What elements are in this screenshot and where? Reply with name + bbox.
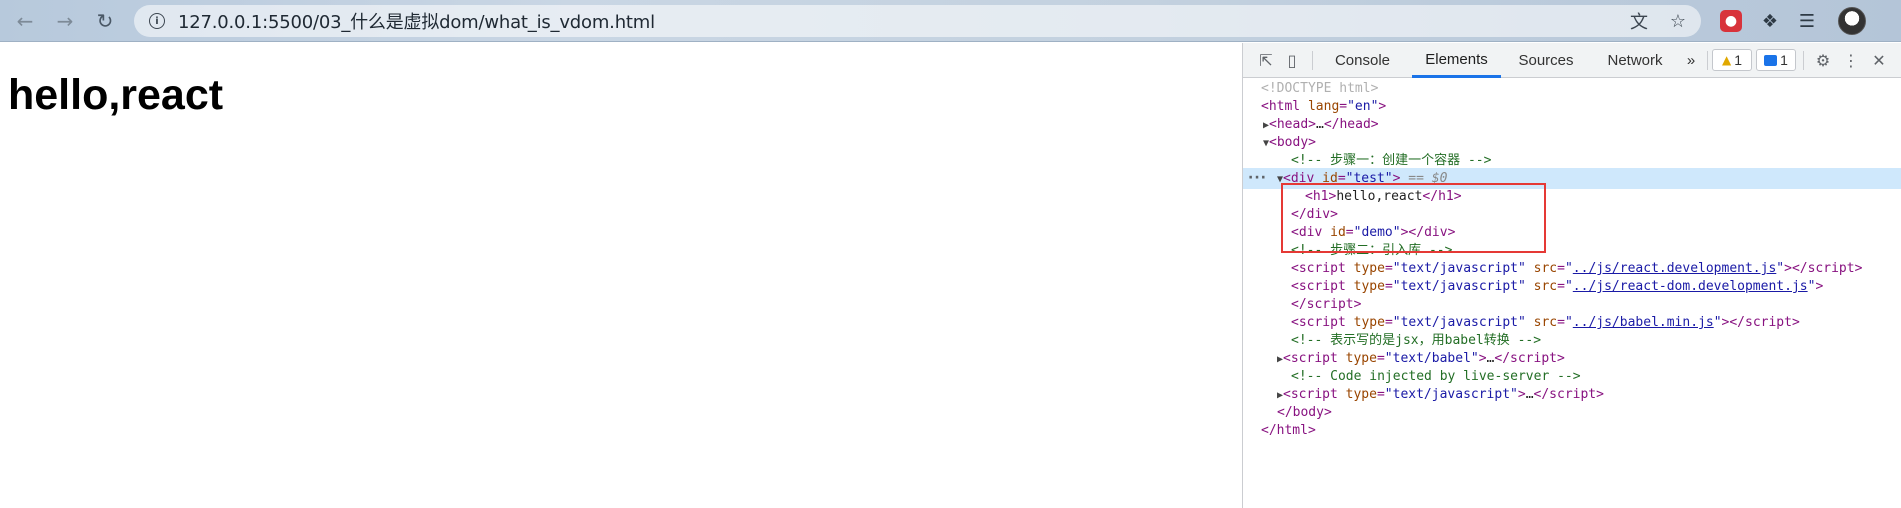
forward-arrow-icon[interactable]: → (50, 6, 80, 36)
devtools-toolbar: ⇱ ▯ Console Elements Sources Network » ▲… (1243, 43, 1901, 78)
toolbar-divider (1312, 51, 1313, 70)
dom-tree: <!DOCTYPE html> <html lang="en"> ▶<head>… (1243, 78, 1901, 508)
address-bar[interactable]: i 127.0.0.1:5500/03_什么是虚拟dom/what_is_vdo… (134, 5, 1701, 37)
site-info-icon[interactable]: i (149, 13, 165, 29)
page-heading: hello,react (8, 71, 224, 119)
more-tabs-button[interactable]: » (1678, 43, 1704, 78)
close-devtools-icon[interactable]: ✕ (1868, 49, 1890, 71)
highlight-annotation-box (1281, 183, 1546, 253)
toolbar-divider (1803, 51, 1804, 70)
tab-sources[interactable]: Sources (1506, 43, 1586, 78)
url-text[interactable]: 127.0.0.1:5500/03_什么是虚拟dom/what_is_vdom.… (178, 8, 655, 34)
warnings-badge[interactable]: ▲ 1 (1712, 49, 1752, 71)
browser-toolbar: ← → ↻ i 127.0.0.1:5500/03_什么是虚拟dom/what_… (0, 0, 1901, 42)
script-src-link[interactable]: ../js/react-dom.development.js (1573, 279, 1808, 294)
tab-network[interactable]: Network (1593, 43, 1677, 78)
translate-icon[interactable]: 文 (1628, 10, 1650, 33)
messages-count: 1 (1780, 52, 1788, 68)
script-src-link[interactable]: ../js/react.development.js (1573, 261, 1777, 276)
inspect-element-icon[interactable]: ⇱ (1255, 49, 1277, 71)
extension-red-icon[interactable]: ● (1720, 10, 1742, 32)
warnings-count: 1 (1734, 52, 1743, 68)
tab-elements[interactable]: Elements (1412, 43, 1501, 78)
extensions-puzzle-icon[interactable]: ❖ (1757, 8, 1783, 34)
bookmark-star-icon[interactable]: ☆ (1667, 10, 1689, 32)
message-icon (1764, 54, 1778, 66)
warning-icon: ▲ (1721, 53, 1732, 67)
devtools-panel: ⇱ ▯ Console Elements Sources Network » ▲… (1242, 43, 1901, 508)
script-src-link[interactable]: ../js/babel.min.js (1573, 315, 1714, 330)
toolbar-divider (1707, 51, 1708, 70)
settings-gear-icon[interactable]: ⚙ (1812, 49, 1834, 71)
more-options-icon[interactable]: ⋮ (1840, 49, 1862, 71)
back-arrow-icon[interactable]: ← (10, 6, 40, 36)
dom-node-html-close[interactable]: </html> (1243, 420, 1901, 441)
device-toggle-icon[interactable]: ▯ (1281, 49, 1303, 71)
messages-badge[interactable]: 1 (1756, 49, 1796, 71)
page-viewport: hello,react (0, 43, 1242, 508)
reload-icon[interactable]: ↻ (90, 6, 120, 36)
profile-avatar[interactable] (1838, 7, 1866, 35)
tab-console[interactable]: Console (1323, 43, 1402, 78)
reading-list-icon[interactable]: ☰ (1794, 8, 1820, 34)
